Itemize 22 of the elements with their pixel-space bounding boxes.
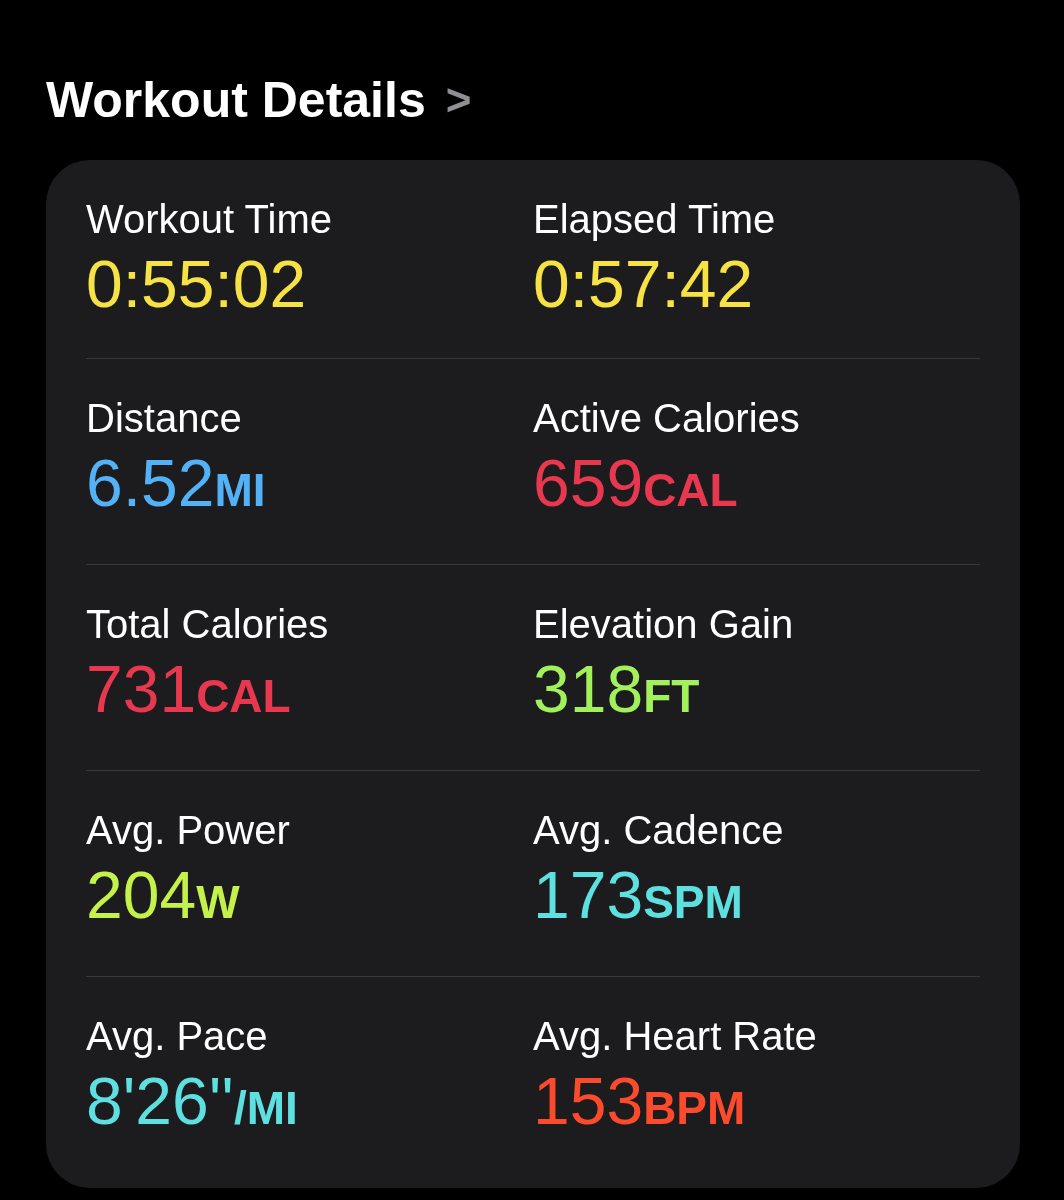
metric-label: Elevation Gain (533, 601, 794, 648)
metric-label: Distance (86, 395, 242, 442)
metric-value: 318FT (533, 651, 700, 728)
metric-value: 8'26''/MI (86, 1063, 298, 1140)
metric-value: 731CAL (86, 651, 291, 728)
metric-value: 659CAL (533, 445, 738, 522)
section-title[interactable]: Workout Details (46, 68, 426, 132)
metric-label: Total Calories (86, 601, 329, 648)
metric-value: 0:57:42 (533, 246, 754, 323)
metric-label: Workout Time (86, 196, 332, 243)
metric-label: Active Calories (533, 395, 800, 442)
metric-label: Elapsed Time (533, 196, 776, 243)
metric-label: Avg. Cadence (533, 807, 784, 854)
metric-value: 6.52MI (86, 445, 266, 522)
metric-label: Avg. Heart Rate (533, 1013, 817, 1060)
metric-label: Avg. Pace (86, 1013, 268, 1060)
metric-value: 173SPM (533, 857, 743, 934)
metric-value: 153BPM (533, 1063, 746, 1140)
metric-value: 0:55:02 (86, 246, 307, 323)
metric-value: 204W (86, 857, 240, 934)
chevron-icon[interactable]: > (445, 68, 472, 132)
metric-label: Avg. Power (86, 807, 290, 854)
